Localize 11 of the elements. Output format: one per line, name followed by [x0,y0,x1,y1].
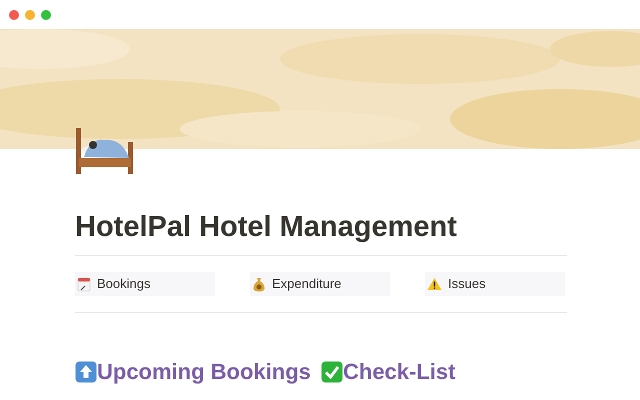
section-heading: Check-List [343,358,456,386]
check-box-icon [321,361,343,383]
page-link[interactable]: Bookings [75,272,215,296]
money-bag-icon [252,276,266,292]
calendar-icon [77,276,91,292]
section-heading: Upcoming Bookings [97,358,311,386]
page-title: HotelPal Hotel Management [75,210,458,245]
page-link[interactable]: Issues [425,272,565,296]
bed-icon [74,128,136,174]
page-link[interactable]: Expenditure [250,272,390,296]
warning-icon [427,277,442,291]
